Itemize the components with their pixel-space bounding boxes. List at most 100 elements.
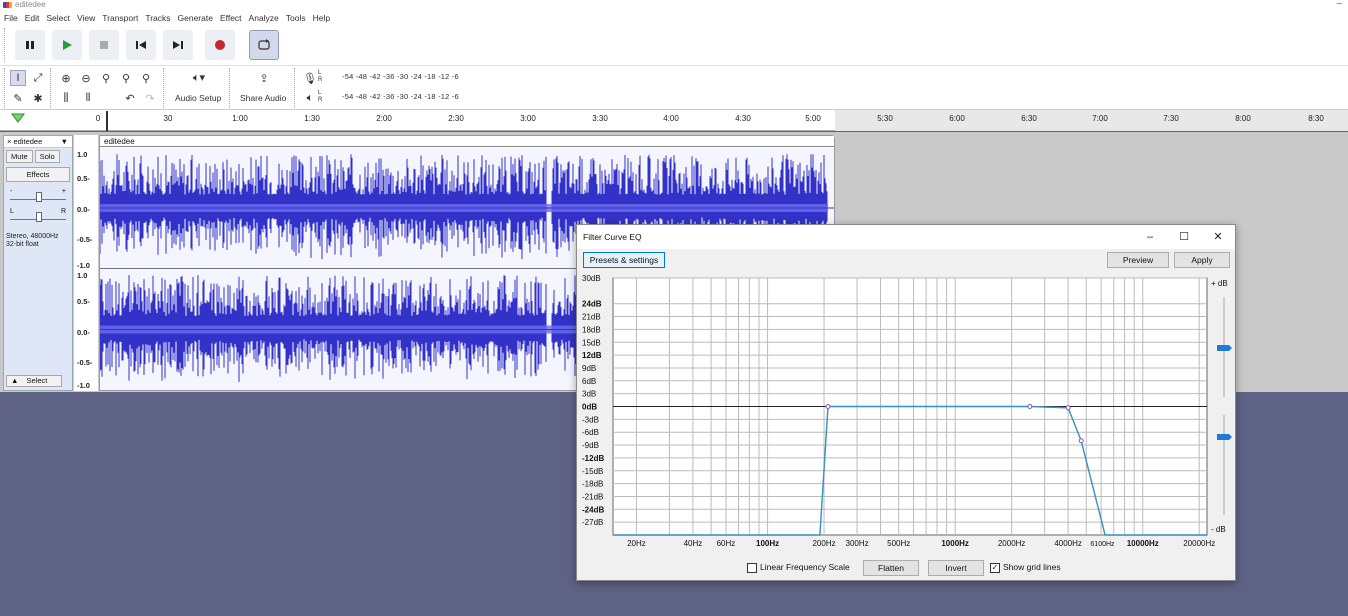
invert-button[interactable]: Invert	[928, 560, 984, 576]
eq-control-point[interactable]	[1065, 405, 1071, 411]
close-icon[interactable]: ×	[7, 137, 11, 146]
share-audio-button[interactable]: Share Audio	[240, 93, 286, 103]
max-db-slider-thumb[interactable]	[1217, 345, 1232, 351]
show-grid-checkbox[interactable]: ✓	[990, 563, 1000, 573]
play-icon	[63, 40, 72, 50]
fit-selection-icon[interactable]: ⚲	[98, 70, 114, 86]
zoom-in-icon[interactable]: ⊕	[58, 70, 74, 86]
fit-project-icon[interactable]: ⚲	[118, 70, 134, 86]
microphone-icon[interactable]: 🎙︎	[302, 70, 318, 86]
gain-slider[interactable]	[10, 192, 66, 202]
menu-tools[interactable]: Tools	[286, 11, 306, 25]
zoom-out-icon[interactable]: ⊖	[78, 70, 94, 86]
play-position-icon[interactable]	[104, 111, 110, 131]
minimize-icon[interactable]: –	[1336, 0, 1342, 9]
linear-scale-checkbox[interactable]	[747, 563, 757, 573]
pause-button[interactable]	[15, 30, 45, 60]
toolbar-grip[interactable]	[229, 68, 232, 108]
playback-meter-scale: -54 -48 -42 -36 -30 -24 -18 -12 -6	[342, 92, 459, 101]
solo-button[interactable]: Solo	[34, 150, 60, 163]
playback-meter[interactable]: L R -54 -48 -42 -36 -30 -24 -18 -12 -6	[318, 90, 508, 104]
eq-control-point[interactable]	[1078, 438, 1084, 444]
menu-effect[interactable]: Effect	[220, 11, 242, 25]
ruler-label: 0	[95, 114, 101, 123]
loop-button[interactable]	[249, 30, 279, 60]
audio-setup-speaker-icon[interactable]: 🔈︎▾	[184, 70, 214, 86]
record-icon	[215, 40, 225, 50]
ruler-label: 7:30	[1163, 114, 1179, 123]
menu-analyze[interactable]: Analyze	[249, 11, 279, 25]
menu-help[interactable]: Help	[313, 11, 330, 25]
freq-tick-label: 300Hz	[846, 539, 869, 548]
db-tick-label: -21dB	[582, 492, 603, 501]
silence-icon[interactable]: ⫴	[80, 90, 96, 106]
toolbar-grip[interactable]	[50, 68, 53, 108]
freq-tick-label: 4000Hz	[1054, 539, 1082, 548]
timeline-ruler[interactable]: 0 30 1:00 1:30 2:00 2:30 3:00 3:30 4:00 4:30 5:00 5…	[0, 109, 1348, 131]
audio-setup-button[interactable]: Audio Setup	[175, 93, 221, 103]
skip-start-icon	[136, 41, 146, 49]
stop-button[interactable]	[89, 30, 119, 60]
toolbar-grip[interactable]	[294, 68, 297, 108]
freq-tick-label: 2000Hz	[998, 539, 1026, 548]
db-tick-label: -18dB	[582, 480, 603, 489]
menu-select[interactable]: Select	[46, 11, 70, 25]
amplitude-scale[interactable]: 1.0 0.5- 0.0- -0.5- -1.0 1.0 0.5- 0.0- -…	[74, 135, 98, 391]
preview-button[interactable]: Preview	[1107, 252, 1169, 268]
menu-generate[interactable]: Generate	[178, 11, 213, 25]
eq-control-point[interactable]	[1027, 404, 1033, 409]
freq-tick-label: 500Hz	[887, 539, 910, 548]
menu-view[interactable]: View	[77, 11, 95, 25]
clip-name[interactable]: editedee	[100, 136, 834, 147]
multi-tool-icon[interactable]: ✱	[30, 90, 46, 106]
db-tick-label: 12dB	[582, 351, 602, 360]
freq-tick-label: 60Hz	[717, 539, 736, 548]
envelope-tool-icon[interactable]: ⤢	[30, 70, 46, 86]
play-button[interactable]	[52, 30, 82, 60]
eq-curve-graph[interactable]: 30dB 24dB 21dB 18dB 15dB 12dB 9dB 6dB 3dB 0dB -3dB…	[577, 275, 1235, 555]
zoom-toggle-icon[interactable]: ⚲	[138, 70, 154, 86]
pause-icon	[26, 41, 34, 49]
freq-tick-label: 20Hz	[627, 539, 646, 548]
min-db-slider-thumb[interactable]	[1217, 434, 1232, 440]
freq-tick-label: 200Hz	[812, 539, 835, 548]
dialog-maximize-icon[interactable]: ☐	[1167, 225, 1201, 249]
eq-control-point[interactable]	[825, 404, 831, 409]
mute-button[interactable]: Mute	[6, 150, 33, 163]
toolbar-grip[interactable]	[4, 28, 7, 62]
select-track-button[interactable]: ▲ Select	[6, 375, 62, 387]
menu-tracks[interactable]: Tracks	[145, 11, 170, 25]
effects-button[interactable]: Effects	[6, 167, 70, 182]
trim-icon[interactable]: ⫼	[58, 90, 74, 106]
toolbar-grip[interactable]	[163, 68, 166, 108]
redo-icon[interactable]: ↷	[142, 90, 158, 106]
menu-file[interactable]: File	[4, 11, 18, 25]
selection-tool-icon[interactable]: I	[10, 70, 26, 86]
skip-to-start-button[interactable]	[126, 30, 156, 60]
menu-edit[interactable]: Edit	[25, 11, 40, 25]
record-button[interactable]	[205, 30, 235, 60]
pan-slider[interactable]	[10, 212, 66, 222]
ruler-label: 4:00	[663, 114, 679, 123]
track-name-menu[interactable]: × editedee ▼	[4, 136, 72, 148]
skip-to-end-button[interactable]	[163, 30, 193, 60]
db-tick-label: 15dB	[582, 338, 601, 347]
presets-settings-button[interactable]: Presets & settings	[583, 252, 665, 268]
apply-button[interactable]: Apply	[1174, 252, 1230, 268]
menu-bar: File Edit Select View Transport Tracks Generat…	[0, 11, 1348, 25]
menu-transport[interactable]: Transport	[102, 11, 138, 25]
ruler-label: 3:30	[592, 114, 608, 123]
playhead-triangle-icon[interactable]	[11, 113, 25, 125]
flatten-button[interactable]: Flatten	[863, 560, 919, 576]
toolbar-grip[interactable]	[4, 68, 7, 108]
share-audio-icon[interactable]: ⇪	[256, 70, 272, 86]
dialog-close-icon[interactable]: ✕	[1201, 225, 1235, 249]
record-meter[interactable]: L R -54 -48 -42 -36 -30 -24 -18 -12 -6	[318, 70, 508, 84]
playback-speaker-icon[interactable]: 🔈︎	[302, 90, 318, 106]
dialog-minimize-icon[interactable]: –	[1133, 225, 1167, 249]
ruler-label: 30	[163, 114, 173, 123]
chevron-down-icon[interactable]: ▼	[61, 136, 68, 148]
ruler-label: 3:00	[520, 114, 536, 123]
draw-tool-icon[interactable]: ✎	[10, 90, 26, 106]
undo-icon[interactable]: ↶	[122, 90, 138, 106]
